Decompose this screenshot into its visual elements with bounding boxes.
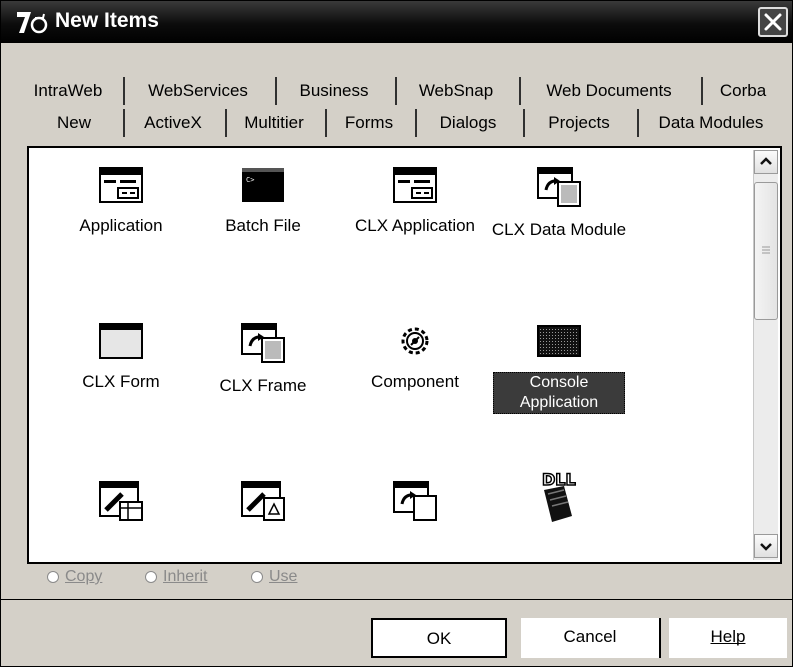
help-button[interactable]: Help: [669, 618, 787, 658]
item-label: CLX Frame: [219, 376, 307, 395]
tab-websnap[interactable]: WebSnap: [399, 77, 521, 105]
radio-circle-icon: [47, 570, 59, 583]
item-label: Application: [79, 216, 163, 235]
chevron-up-icon: [760, 157, 772, 165]
grip-icon: [762, 246, 770, 254]
ok-button[interactable]: OK: [371, 618, 507, 658]
delphi-7-icon: [17, 12, 48, 34]
clx-frame-icon: [241, 323, 285, 363]
item-label: Component: [371, 372, 459, 391]
item-dll-wizard[interactable]: DLL: [489, 468, 629, 524]
tab-data-modules[interactable]: Data Modules: [641, 109, 787, 137]
radio-circle-icon: [251, 570, 263, 583]
new-items-dialog: New Items IntraWeb WebServices Business …: [0, 0, 793, 667]
chevron-down-icon: [760, 543, 772, 551]
clx-form-icon: [99, 323, 143, 359]
items-list[interactable]: Application C> Batch File CLX Applicatio…: [27, 146, 782, 564]
item-control-panel-application[interactable]: [51, 478, 191, 524]
item-label: Batch File: [225, 216, 301, 235]
control-panel-module-icon: [241, 481, 285, 521]
item-label: CLX Data Module: [491, 220, 627, 239]
radio-use[interactable]: Use: [251, 568, 297, 586]
scroll-thumb[interactable]: [754, 182, 778, 320]
tab-intraweb[interactable]: IntraWeb: [19, 77, 125, 105]
svg-text:C>: C>: [246, 176, 254, 184]
item-label: CLX Application: [354, 216, 476, 235]
item-mode-options: Copy Inherit Use: [47, 568, 447, 588]
item-label: Console Application: [493, 372, 625, 414]
close-icon: [764, 13, 782, 31]
close-button[interactable]: [758, 7, 788, 37]
clx-application-icon: [393, 167, 437, 203]
tab-multitier[interactable]: Multitier: [229, 109, 327, 137]
item-clx-frame[interactable]: CLX Frame: [193, 320, 333, 396]
tab-new[interactable]: New: [31, 109, 125, 137]
tab-forms[interactable]: Forms: [329, 109, 417, 137]
item-clx-application[interactable]: CLX Application: [345, 164, 485, 236]
tab-webservices[interactable]: WebServices: [127, 77, 277, 105]
tab-web-documents[interactable]: Web Documents: [523, 77, 703, 105]
radio-use-label: Use: [269, 568, 298, 585]
scroll-up-button[interactable]: [754, 150, 778, 174]
tab-row-front: New ActiveX Multitier Forms Dialogs Proj…: [1, 109, 792, 137]
tab-projects[interactable]: Projects: [527, 109, 639, 137]
item-component[interactable]: Component: [345, 320, 485, 392]
data-module-icon: [393, 481, 437, 521]
radio-inherit[interactable]: Inherit: [145, 568, 207, 586]
item-label: CLX Form: [82, 372, 160, 391]
cancel-button[interactable]: Cancel: [521, 618, 661, 658]
radio-copy[interactable]: Copy: [47, 568, 102, 586]
item-clx-form[interactable]: CLX Form: [51, 320, 191, 392]
tab-business[interactable]: Business: [279, 77, 397, 105]
tab-corba[interactable]: Corba: [705, 77, 787, 105]
tab-activex[interactable]: ActiveX: [127, 109, 227, 137]
radio-inherit-label: Inherit: [163, 568, 208, 585]
scroll-down-button[interactable]: [754, 534, 778, 558]
svg-text:DLL: DLL: [542, 470, 576, 489]
console-application-icon: [537, 325, 581, 357]
tab-row-back: IntraWeb WebServices Business WebSnap We…: [1, 77, 792, 105]
dll-wizard-icon: DLL: [541, 469, 576, 522]
item-application[interactable]: Application: [51, 164, 191, 236]
item-console-application[interactable]: Console Application: [489, 320, 629, 414]
item-clx-data-module[interactable]: CLX Data Module: [489, 164, 629, 240]
divider: [1, 599, 792, 600]
tab-dialogs[interactable]: Dialogs: [419, 109, 525, 137]
batch-file-icon: C>: [242, 168, 284, 202]
control-panel-application-icon: [99, 481, 143, 521]
item-batch-file[interactable]: C> Batch File: [193, 164, 333, 236]
vertical-scrollbar[interactable]: [753, 150, 778, 560]
title-bar[interactable]: New Items: [1, 1, 792, 43]
application-icon: [99, 167, 143, 203]
window-title: New Items: [55, 9, 159, 32]
component-gear-icon: [401, 327, 429, 355]
item-control-panel-module[interactable]: [193, 478, 333, 524]
clx-data-module-icon: [537, 167, 581, 207]
help-button-label: Help: [710, 627, 746, 646]
radio-circle-icon: [145, 570, 157, 583]
radio-copy-label: Copy: [65, 568, 103, 585]
item-data-module[interactable]: [345, 478, 485, 524]
